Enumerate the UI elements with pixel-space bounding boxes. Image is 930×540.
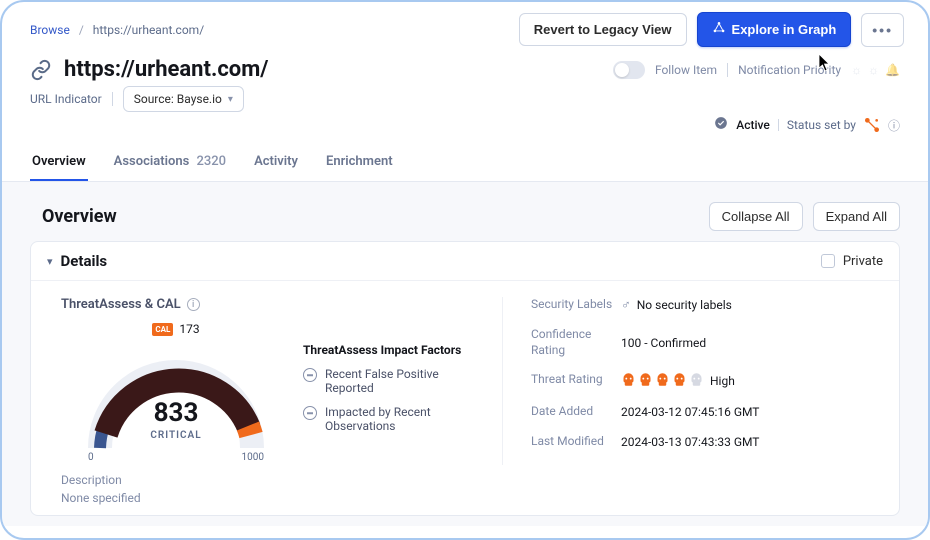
revert-legacy-button[interactable]: Revert to Legacy View [519, 13, 687, 46]
cal-badge-icon: CAL [152, 323, 173, 336]
gauge-score: 833 [76, 398, 276, 428]
impact-factor-item: Impacted by Recent Observations [303, 405, 488, 433]
impact-factor-text: Recent False Positive Reported [325, 367, 488, 395]
section-heading: Overview [42, 206, 117, 227]
threat-gauge: 833 CRITICAL 0 1000 [76, 340, 276, 465]
chevron-down-icon: ▾ [228, 94, 233, 105]
page-title: https://urheant.com/ [64, 57, 268, 82]
ellipsis-icon [872, 22, 893, 38]
cal-value: 173 [179, 322, 199, 336]
confidence-rating-value: 100 - Confirmed [621, 327, 706, 358]
info-icon[interactable] [187, 298, 200, 311]
tab-associations[interactable]: Associations 2320 [112, 144, 228, 181]
gauge-min: 0 [88, 452, 94, 463]
explore-graph-label: Explore in Graph [732, 22, 837, 37]
details-title: Details [61, 252, 108, 270]
collapse-all-button[interactable]: Collapse All [709, 202, 803, 231]
gauge-status: CRITICAL [76, 430, 276, 441]
details-card: ▾ Details Private ThreatAssess & CAL CA [30, 241, 900, 516]
follow-toggle[interactable] [613, 61, 645, 79]
impact-factors-heading: ThreatAssess Impact Factors [303, 343, 488, 357]
breadcrumb-separator: / [79, 23, 84, 37]
tag-icon: ♂ [621, 297, 631, 313]
source-label: Source: Bayse.io [134, 92, 222, 106]
threat-rating-label: Threat Rating [531, 372, 621, 390]
graph-icon [712, 21, 726, 38]
caret-down-icon[interactable]: ▾ [47, 255, 53, 268]
last-modified-label: Last Modified [531, 434, 621, 450]
security-labels-label: Security Labels [531, 297, 621, 313]
tabs: Overview Associations 2320 Activity Enri… [2, 144, 928, 182]
info-icon[interactable]: ⓘ [888, 117, 900, 134]
threat-rating-icons [621, 372, 704, 390]
link-icon [30, 59, 52, 81]
skull-icon [621, 372, 636, 390]
notification-priority-icons[interactable]: ☼ ☼ 🔔 [851, 63, 900, 77]
bell-icon: ☼ [868, 63, 879, 77]
last-modified-value: 2024-03-13 07:43:33 GMT [621, 434, 759, 450]
private-label: Private [843, 254, 883, 269]
indicator-type-label: URL Indicator [30, 92, 102, 106]
threatassess-heading: ThreatAssess & CAL [61, 297, 181, 312]
threat-rating-value: High [710, 374, 735, 388]
impact-factor-text: Impacted by Recent Observations [325, 405, 488, 433]
source-selector[interactable]: Source: Bayse.io ▾ [123, 86, 244, 112]
bell-icon: 🔔 [885, 63, 900, 77]
tab-associations-label: Associations [114, 154, 190, 169]
date-added-label: Date Added [531, 404, 621, 420]
date-added-value: 2024-03-12 07:45:16 GMT [621, 404, 759, 420]
confidence-rating-label: Confidence Rating [531, 327, 621, 358]
tab-enrichment[interactable]: Enrichment [324, 144, 395, 181]
breadcrumb-root[interactable]: Browse [30, 23, 70, 37]
skull-icon [638, 372, 653, 390]
divider [778, 119, 779, 131]
source-logo-icon [864, 117, 880, 133]
tab-overview[interactable]: Overview [30, 144, 88, 181]
private-checkbox[interactable] [821, 254, 835, 268]
divider [112, 92, 113, 106]
follow-label: Follow Item [655, 63, 717, 77]
security-labels-value: No security labels [637, 298, 732, 312]
description-label: Description [61, 473, 869, 487]
notification-priority-label: Notification Priority [738, 63, 841, 77]
status-set-by-label: Status set by [787, 118, 856, 132]
breadcrumb-current: https://urheant.com/ [93, 23, 204, 37]
impact-factor-item: Recent False Positive Reported [303, 367, 488, 395]
divider [727, 63, 728, 77]
status-active-label: Active [736, 118, 770, 132]
bell-icon: ☼ [851, 63, 862, 77]
tab-associations-count: 2320 [197, 154, 227, 169]
skull-icon [689, 372, 704, 390]
description-value: None specified [61, 491, 869, 505]
more-actions-button[interactable] [861, 13, 904, 47]
explore-graph-button[interactable]: Explore in Graph [697, 12, 852, 47]
skull-icon [655, 372, 670, 390]
gauge-max: 1000 [242, 452, 264, 463]
breadcrumb: Browse / https://urheant.com/ [30, 23, 204, 37]
skull-icon [672, 372, 687, 390]
expand-all-button[interactable]: Expand All [813, 202, 900, 231]
minus-circle-icon [303, 406, 317, 420]
minus-circle-icon [303, 368, 317, 382]
check-circle-icon [714, 116, 728, 134]
tab-activity[interactable]: Activity [252, 144, 300, 181]
